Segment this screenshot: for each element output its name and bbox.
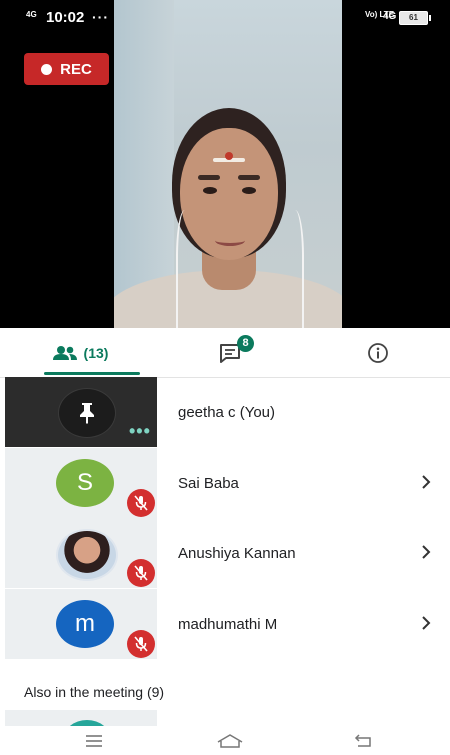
mic-off-icon bbox=[127, 559, 155, 587]
avatar: m bbox=[56, 600, 114, 648]
info-icon bbox=[368, 342, 388, 363]
participant-tile: m bbox=[5, 589, 157, 659]
battery-icon: 61 bbox=[399, 11, 431, 25]
avatar bbox=[58, 388, 116, 438]
participant-row[interactable]: m madhumathi M bbox=[0, 589, 450, 659]
pin-icon bbox=[80, 403, 94, 424]
participant-name: Anushiya Kannan bbox=[178, 544, 296, 562]
participant-video-feed bbox=[114, 0, 342, 328]
status-time: 10:02 bbox=[46, 9, 85, 26]
participant-tile: S bbox=[5, 448, 157, 518]
record-dot-icon bbox=[41, 63, 53, 75]
chevron-right-icon[interactable] bbox=[418, 472, 434, 492]
participant-name: geetha c (You) bbox=[178, 403, 276, 421]
participant-row[interactable]: ••• geetha c (You) bbox=[0, 377, 450, 447]
recording-indicator: REC bbox=[24, 53, 109, 85]
network-4g-indicator: 4G bbox=[383, 11, 397, 22]
also-in-meeting-heading: Also in the meeting (9) bbox=[24, 684, 165, 700]
chat-unread-badge: 8 bbox=[237, 335, 254, 352]
chevron-right-icon[interactable] bbox=[418, 613, 434, 633]
people-icon bbox=[52, 345, 77, 360]
home-icon[interactable] bbox=[215, 732, 245, 750]
avatar: S bbox=[56, 459, 114, 507]
mic-off-icon bbox=[127, 489, 155, 517]
system-nav-bar bbox=[0, 726, 450, 755]
participant-tile bbox=[5, 710, 157, 726]
notification-dots: ··· bbox=[92, 9, 109, 25]
avatar bbox=[56, 529, 118, 581]
tab-info[interactable] bbox=[350, 328, 406, 377]
menu-icon[interactable] bbox=[82, 732, 106, 750]
chevron-right-icon[interactable] bbox=[418, 542, 434, 562]
video-area[interactable]: 4G 10:02 ··· Vo) LTE 4G 61 REC bbox=[0, 0, 450, 328]
panel-tabs: (13) 8 bbox=[0, 328, 450, 378]
participant-row[interactable]: S Sai Baba bbox=[0, 448, 450, 518]
status-bar: 4G 10:02 ··· Vo) LTE 4G 61 bbox=[0, 0, 450, 36]
participant-name: Sai Baba bbox=[178, 474, 239, 492]
active-tab-indicator bbox=[44, 372, 140, 375]
tab-people[interactable]: (13) bbox=[30, 328, 140, 377]
back-icon[interactable] bbox=[352, 732, 376, 750]
more-options-icon[interactable]: ••• bbox=[129, 421, 151, 442]
participant-name: madhumathi M bbox=[178, 615, 278, 633]
tab-chat[interactable]: 8 bbox=[196, 328, 266, 377]
participant-tile bbox=[5, 518, 157, 588]
people-count: (13) bbox=[83, 344, 109, 361]
recording-label: REC bbox=[60, 60, 92, 78]
participant-tile: ••• bbox=[5, 377, 157, 447]
signal-left-indicator: 4G bbox=[26, 10, 37, 19]
participant-row[interactable]: Anushiya Kannan bbox=[0, 518, 450, 588]
mic-off-icon bbox=[127, 630, 155, 658]
